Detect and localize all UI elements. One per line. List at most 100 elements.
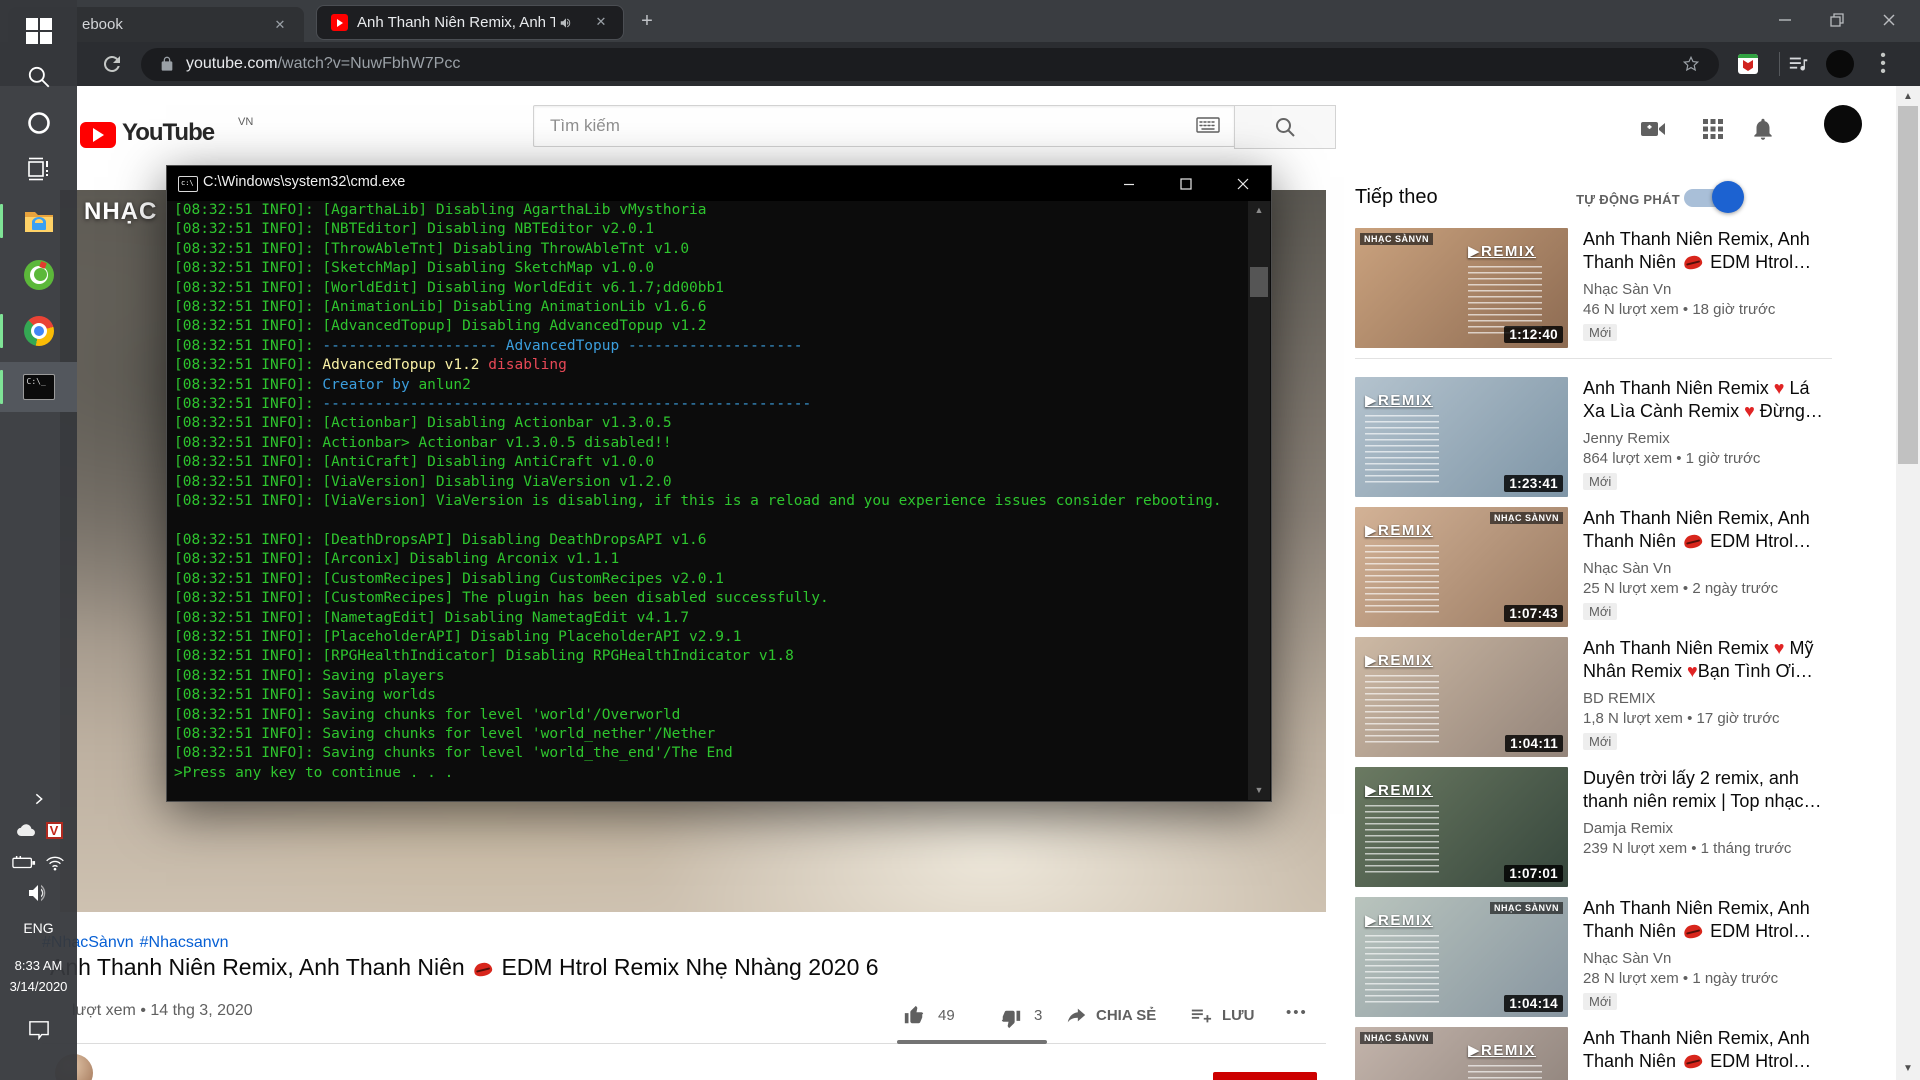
browser-menu-kebab-icon[interactable]: ••• [1878, 52, 1888, 76]
tray-row [0, 848, 77, 876]
suggested-video-channel[interactable]: Jenny Remix [1583, 430, 1832, 447]
tab-audio-icon[interactable] [559, 16, 573, 30]
hashtag-link[interactable]: #Nhacsanvn [140, 934, 229, 951]
cmd-close-button[interactable] [1214, 166, 1271, 201]
battery-charging-icon[interactable] [12, 854, 36, 870]
video-thumbnail[interactable]: NHẠC SÀNVN ▶REMIX [1355, 1027, 1568, 1080]
window-restore-button[interactable] [1812, 0, 1862, 40]
video-thumbnail[interactable]: ▶REMIX 1:23:41 [1355, 377, 1568, 497]
notifications-bell-icon[interactable] [1748, 114, 1778, 144]
cmd-scrollbar[interactable]: ▲ ▼ [1248, 201, 1270, 800]
suggested-video-item[interactable]: NHẠC SÀNVN ▶REMIX Anh Thanh Niên Remix, … [1355, 1027, 1832, 1080]
cmd-output[interactable]: [08:32:51 INFO]: [AgarthaLib] Disabling … [167, 201, 1250, 799]
youtube-logo-text[interactable]: YouTube [122, 119, 214, 147]
suggested-video-item[interactable]: ▶REMIX 1:07:01 Duyên trời lấy 2 remix, a… [1355, 767, 1832, 887]
cmd-scrollbar-thumb[interactable] [1250, 267, 1268, 297]
suggested-video-title[interactable]: Anh Thanh Niên Remix, Anh Thanh Niên EDM… [1583, 897, 1832, 943]
task-view-icon[interactable] [0, 146, 77, 192]
save-button[interactable]: LƯU [1222, 1007, 1254, 1024]
cmd-taskbar-button[interactable]: C:\_ [0, 362, 77, 412]
window-minimize-button[interactable] [1760, 0, 1810, 40]
url-bar[interactable]: youtube.com/watch?v=NuwFbhW7Pcc [141, 48, 1719, 81]
autoplay-toggle-knob[interactable] [1712, 181, 1744, 213]
tab-label: ebook [82, 16, 123, 33]
video-thumbnail[interactable]: ▶REMIX 1:07:01 [1355, 767, 1568, 887]
bookmark-star-icon[interactable] [1682, 55, 1700, 73]
scrollbar-thumb[interactable] [1898, 106, 1918, 464]
dislike-icon[interactable] [1000, 1008, 1022, 1030]
video-thumbnail[interactable]: ▶REMIX 1:04:11 [1355, 637, 1568, 757]
mcafee-extension-icon[interactable] [1738, 54, 1758, 74]
start-button[interactable] [0, 8, 77, 54]
volume-icon[interactable] [0, 878, 77, 908]
page-scrollbar[interactable]: ▲ ▼ [1896, 86, 1920, 1080]
cmd-maximize-button[interactable] [1157, 166, 1214, 201]
search-icon[interactable] [0, 54, 77, 100]
coccoc-browser-button[interactable] [0, 252, 77, 298]
antivirus-v-icon[interactable]: V [46, 822, 63, 839]
apps-grid-icon[interactable] [1698, 114, 1728, 144]
file-explorer-button[interactable] [0, 198, 77, 244]
more-actions-button[interactable]: ••• [1286, 1004, 1308, 1021]
cmd-title-bar[interactable]: c:\ C:\Windows\system32\cmd.exe [167, 166, 1271, 201]
browser-profile-avatar[interactable] [1826, 50, 1854, 78]
youtube-account-avatar[interactable] [1824, 105, 1862, 143]
new-tab-button[interactable]: + [634, 9, 660, 35]
suggested-video-channel[interactable]: Nhạc Sàn Vn [1583, 560, 1832, 577]
scroll-down-icon[interactable]: ▼ [1896, 1060, 1920, 1078]
suggested-video-title[interactable]: Anh Thanh Niên Remix ♥ Mỹ Nhân Remix ♥Bạ… [1583, 637, 1832, 683]
search-input[interactable] [548, 108, 1192, 144]
media-control-icon[interactable] [1788, 53, 1810, 75]
tab-close-icon[interactable]: ✕ [272, 17, 288, 33]
video-view-meta: lượt xem • 14 thg 3, 2020 [72, 1002, 253, 1020]
clock-time[interactable]: 8:33 AM [0, 958, 77, 973]
suggested-video-title[interactable]: Anh Thanh Niên Remix, Anh Thanh Niên EDM… [1583, 228, 1832, 274]
cortana-icon[interactable] [0, 100, 77, 146]
like-icon[interactable] [903, 1004, 925, 1026]
scroll-up-icon[interactable]: ▲ [1896, 88, 1920, 106]
tray-expand-chevron[interactable] [0, 782, 77, 816]
suggested-video-item[interactable]: ▶REMIX 1:04:11 Anh Thanh Niên Remix ♥ Mỹ… [1355, 637, 1832, 757]
wifi-icon[interactable] [45, 854, 65, 871]
suggested-video-title[interactable]: Anh Thanh Niên Remix, Anh Thanh Niên EDM… [1583, 1027, 1832, 1073]
suggested-video-channel[interactable]: BD REMIX [1583, 690, 1832, 707]
chrome-button[interactable] [0, 308, 77, 354]
youtube-logo-icon[interactable] [80, 122, 116, 148]
tab-youtube[interactable]: Anh Thanh Niên Remix, Anh T ✕ [316, 5, 624, 40]
video-thumbnail[interactable]: NHẠC SÀNVN ▶REMIX 1:07:43 [1355, 507, 1568, 627]
suggested-video-title[interactable]: Anh Thanh Niên Remix ♥ Lá Xa Lìa Cành Re… [1583, 377, 1832, 423]
keyboard-icon[interactable] [1196, 115, 1220, 135]
suggested-video-channel[interactable]: Nhạc Sàn Vn [1583, 950, 1832, 967]
suggested-video-title[interactable]: Anh Thanh Niên Remix, Anh Thanh Niên EDM… [1583, 507, 1832, 553]
reload-icon[interactable] [100, 52, 124, 76]
onedrive-icon[interactable] [15, 823, 37, 838]
share-button[interactable]: CHIA SẺ [1096, 1007, 1156, 1024]
action-center-icon[interactable] [0, 1012, 77, 1048]
language-indicator[interactable]: ENG [0, 920, 77, 936]
video-thumbnail[interactable]: NHẠC SÀNVN ▶REMIX 1:04:14 [1355, 897, 1568, 1017]
save-icon[interactable] [1190, 1005, 1212, 1027]
share-icon[interactable] [1065, 1004, 1087, 1026]
suggested-video-item[interactable]: NHẠC SÀNVN ▶REMIX 1:04:14 Anh Thanh Niên… [1355, 897, 1832, 1017]
suggested-video-title[interactable]: Duyên trời lấy 2 remix, anh thanh niên r… [1583, 767, 1832, 813]
video-thumbnail[interactable]: NHẠC SÀNVN ▶REMIX 1:12:40 [1355, 228, 1568, 348]
cmd-scroll-down-icon[interactable]: ▼ [1248, 782, 1270, 799]
suggested-video-item[interactable]: ▶REMIX 1:23:41 Anh Thanh Niên Remix ♥ Lá… [1355, 377, 1832, 497]
cmd-scroll-up-icon[interactable]: ▲ [1248, 202, 1270, 219]
tab-close-icon[interactable]: ✕ [593, 14, 609, 30]
search-box[interactable] [533, 105, 1235, 147]
video-overlay-text: NHẠC [84, 198, 157, 226]
suggested-video-item[interactable]: NHẠC SÀNVN ▶REMIX 1:07:43 Anh Thanh Niên… [1355, 507, 1832, 627]
cmd-window[interactable]: c:\ C:\Windows\system32\cmd.exe [08:32:5… [166, 165, 1272, 802]
create-video-icon[interactable] [1638, 114, 1668, 144]
suggested-video-item[interactable]: NHẠC SÀNVN ▶REMIX 1:12:40 Anh Thanh Niên… [1355, 228, 1832, 348]
lock-icon[interactable] [159, 56, 175, 72]
new-badge: Mới [1583, 473, 1617, 490]
suggested-video-channel[interactable]: Nhạc Sàn Vn [1583, 281, 1832, 298]
window-close-button[interactable] [1864, 0, 1914, 40]
clock-date[interactable]: 3/14/2020 [0, 979, 77, 994]
cmd-minimize-button[interactable] [1100, 166, 1157, 201]
subscribe-button[interactable] [1213, 1072, 1317, 1080]
search-button[interactable] [1234, 105, 1336, 149]
suggested-video-channel[interactable]: Damja Remix [1583, 820, 1832, 837]
